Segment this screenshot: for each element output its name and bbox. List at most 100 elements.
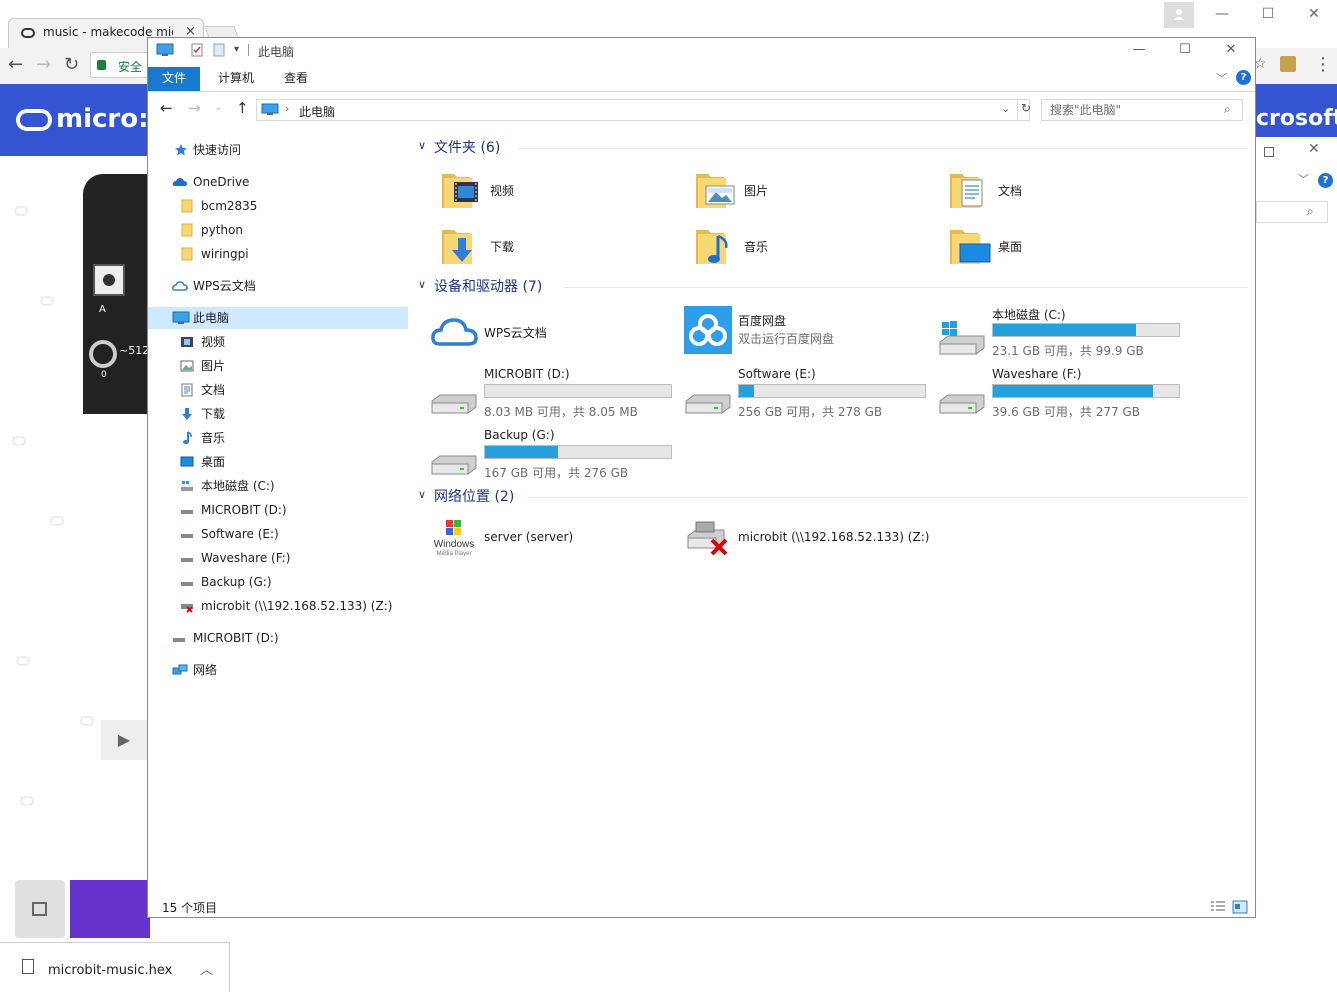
address-path[interactable]: 此电脑	[299, 103, 335, 120]
network-microbit-drive[interactable]: microbit (\\192.168.52.133) (Z:)	[684, 516, 984, 564]
baidu-netdisk-item[interactable]: 百度网盘 双击运行百度网盘	[684, 306, 934, 354]
reload-icon[interactable]: ↻	[64, 54, 79, 75]
nav-onedrive-item[interactable]: wiringpi	[180, 243, 402, 265]
expand-ribbon-icon[interactable]: ﹀	[1216, 70, 1227, 86]
download-button[interactable]	[70, 880, 150, 938]
omnibox[interactable]: 安全	[90, 52, 150, 78]
nav-downloads[interactable]: 下载	[180, 403, 402, 425]
group-devices-header[interactable]: ∨ 设备和驱动器 (7)	[418, 276, 1248, 298]
tab-view[interactable]: 查看	[270, 67, 322, 91]
chrome-maximize-icon[interactable]: ☐	[1248, 2, 1288, 28]
nav-drive-z[interactable]: microbit (\\192.168.52.133) (Z:)	[180, 595, 402, 617]
download-filename[interactable]: microbit-music.hex	[48, 963, 172, 978]
breadcrumb-arrow-icon[interactable]: ›	[285, 102, 289, 115]
nav-wps[interactable]: WPS云文档	[172, 275, 402, 297]
help-icon[interactable]: ?	[1236, 70, 1251, 85]
nav-drive-c[interactable]: 本地磁盘 (C:)	[180, 475, 402, 497]
network-server[interactable]: Windows Media Player server (server)	[430, 516, 680, 564]
wps-cloud-item[interactable]: WPS云文档	[430, 308, 680, 356]
board-pin[interactable]	[89, 340, 117, 368]
search-icon[interactable]: ⌕	[1224, 102, 1231, 117]
profile-icon[interactable]	[1164, 2, 1194, 28]
back-icon[interactable]: ←	[160, 99, 173, 117]
tab-file[interactable]: 文件	[148, 67, 201, 91]
address-bar[interactable]: › 此电脑 ⌄ ↻	[256, 99, 1031, 121]
minimize-icon[interactable]: —	[1116, 40, 1162, 62]
search-input[interactable]	[1042, 100, 1222, 120]
nav-drive-e[interactable]: Software (E:)	[180, 523, 402, 545]
board-button-a[interactable]	[93, 264, 125, 296]
recent-locations-icon[interactable]: ⌄	[214, 102, 222, 113]
nav-pictures[interactable]: 图片	[180, 355, 402, 377]
close-icon[interactable]: ✕	[1308, 141, 1320, 157]
chevron-down-icon[interactable]: ∨	[418, 278, 426, 291]
chevron-down-icon[interactable]: ﹀	[1298, 171, 1309, 187]
address-dropdown-icon[interactable]: ⌄	[1001, 102, 1010, 115]
baidu-netdisk-label: 百度网盘	[738, 314, 787, 328]
play-button[interactable]: ▶	[101, 720, 147, 760]
extension-icon[interactable]	[1280, 56, 1296, 72]
chrome-close-icon[interactable]: ✕	[1294, 2, 1334, 28]
folder-desktop[interactable]: 桌面	[944, 224, 1194, 272]
help-icon[interactable]: ?	[1318, 173, 1333, 188]
back-icon[interactable]: ←	[8, 54, 23, 75]
chrome-minimize-icon[interactable]: —	[1202, 2, 1242, 28]
drive-f-label: Waveshare (F:)	[992, 367, 1082, 381]
nav-onedrive-item-label: wiringpi	[201, 247, 249, 261]
folder-pictures[interactable]: 图片	[690, 168, 940, 216]
properties-icon[interactable]	[190, 43, 204, 57]
nav-drive-f[interactable]: Waveshare (F:)	[180, 547, 402, 569]
group-folders-header[interactable]: ∨ 文件夹 (6)	[418, 137, 1248, 159]
computer-icon	[172, 311, 190, 324]
drive-g[interactable]: Backup (G:) 167 GB 可用，共 276 GB	[430, 428, 680, 484]
folder-videos[interactable]: 视频	[436, 168, 686, 216]
drive-g-free-space: 167 GB 可用，共 276 GB	[484, 466, 629, 480]
details-view-icon[interactable]	[1210, 900, 1226, 914]
group-network-header[interactable]: ∨ 网络位置 (2)	[418, 486, 1248, 508]
search-box[interactable]: ⌕	[1041, 99, 1243, 121]
drive-icon	[181, 582, 193, 586]
forward-icon[interactable]: →	[188, 99, 201, 117]
maximize-icon[interactable]	[1264, 147, 1274, 157]
microbit-logo[interactable]: micro:b	[16, 104, 167, 134]
chevron-down-icon[interactable]: ∨	[418, 488, 426, 501]
nav-documents[interactable]: 文档	[180, 379, 402, 401]
nav-onedrive[interactable]: OneDrive	[172, 171, 402, 193]
nav-microbit-root[interactable]: MICROBIT (D:)	[172, 627, 402, 649]
nav-onedrive-item[interactable]: python	[180, 219, 402, 241]
tiles-view-icon[interactable]	[1232, 900, 1248, 914]
drive-f[interactable]: Waveshare (F:) 39.6 GB 可用，共 277 GB	[938, 367, 1188, 423]
menu-icon[interactable]: ⋮	[1314, 54, 1332, 75]
nav-network-label: 网络	[193, 663, 218, 677]
customize-toolbar-icon[interactable]: ▾	[234, 44, 239, 55]
drive-e[interactable]: Software (E:) 256 GB 可用，共 278 GB	[684, 367, 934, 423]
nav-drive-g[interactable]: Backup (G:)	[180, 571, 402, 593]
chevron-up-icon[interactable]: ︿	[200, 959, 213, 978]
nav-onedrive-item[interactable]: bcm2835	[180, 195, 402, 217]
maximize-icon[interactable]: ☐	[1162, 40, 1208, 62]
collapse-simulator-button[interactable]	[15, 880, 65, 938]
nav-videos[interactable]: 视频	[180, 331, 402, 353]
nav-quick-access[interactable]: 快速访问	[172, 139, 402, 161]
nav-network[interactable]: 网络	[172, 659, 402, 681]
close-icon[interactable]: ✕	[1208, 40, 1254, 62]
refresh-icon[interactable]: ↻	[1017, 101, 1031, 120]
nav-drive-d[interactable]: MICROBIT (D:)	[180, 499, 402, 521]
windows-media-player-icon: WindowsMedia Player	[434, 520, 474, 557]
folder-music[interactable]: 音乐	[690, 224, 940, 272]
drive-c[interactable]: 本地磁盘 (C:) 23.1 GB 可用，共 99.9 GB	[938, 306, 1188, 362]
pattern-icon	[16, 656, 30, 666]
background-search-box[interactable]: ⌕	[1256, 201, 1328, 223]
tab-computer[interactable]: 计算机	[204, 67, 268, 91]
view-toggle	[1210, 900, 1250, 914]
nav-desktop[interactable]: 桌面	[180, 451, 402, 473]
new-folder-icon[interactable]	[212, 43, 226, 57]
folder-documents[interactable]: 文档	[944, 168, 1194, 216]
forward-icon[interactable]: →	[36, 54, 51, 75]
chevron-down-icon[interactable]: ∨	[418, 139, 426, 152]
up-icon[interactable]: ↑	[236, 99, 249, 117]
nav-music[interactable]: 音乐	[180, 427, 402, 449]
drive-d[interactable]: MICROBIT (D:) 8.03 MB 可用，共 8.05 MB	[430, 367, 680, 423]
folder-downloads[interactable]: 下载	[436, 224, 686, 272]
nav-this-pc[interactable]: 此电脑	[148, 307, 408, 329]
